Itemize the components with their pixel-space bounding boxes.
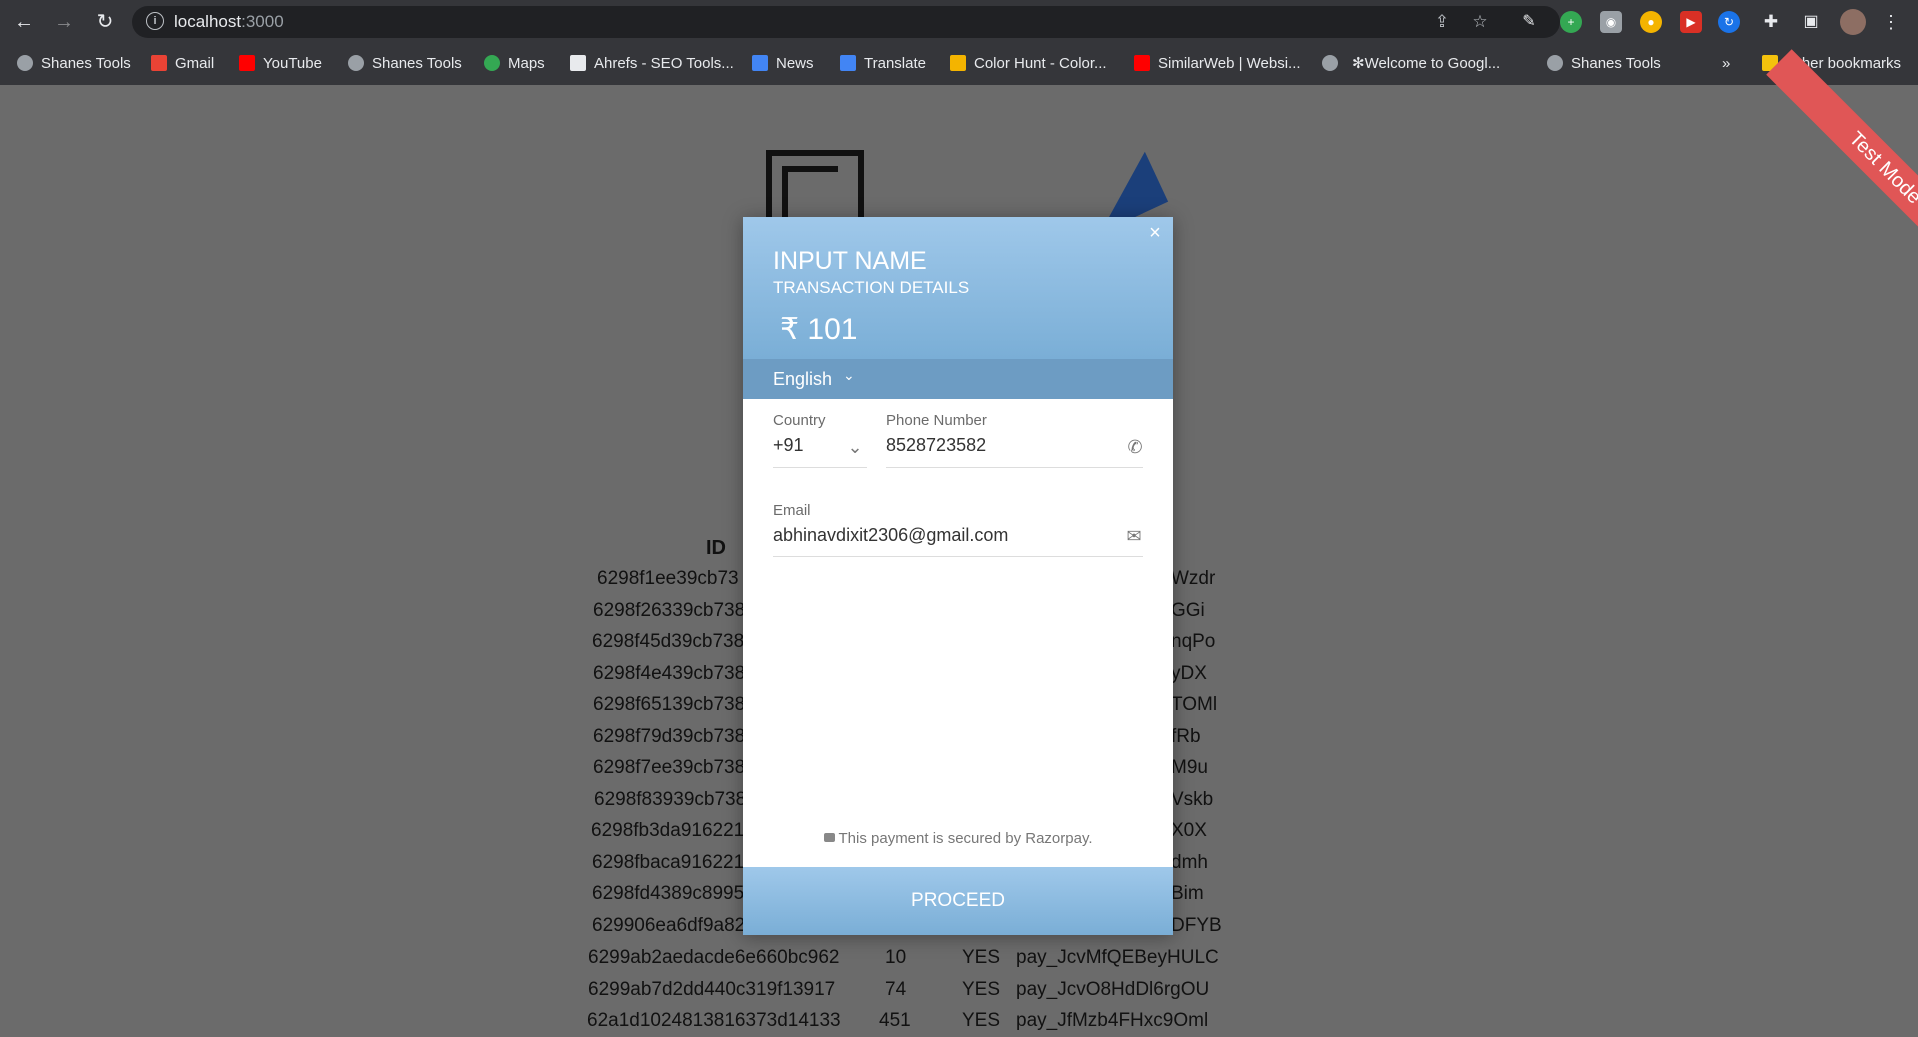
bookmark-item[interactable]: Shanes Tools <box>17 53 131 73</box>
reload-icon[interactable]: ↻ <box>93 10 117 34</box>
table-row: 6299ab2aedacde6e660bc962 10 YES pay_JcvM… <box>588 947 1219 968</box>
translate-icon <box>840 55 856 71</box>
table-cell: X0X <box>1171 820 1207 841</box>
side-panel-icon[interactable]: ▣ <box>1800 11 1822 33</box>
bookmark-item[interactable]: Gmail <box>151 53 214 73</box>
maps-icon <box>484 55 500 71</box>
email-label: Email <box>773 502 811 519</box>
table-cell: dmh <box>1171 852 1208 873</box>
country-label: Country <box>773 412 826 429</box>
youtube-icon <box>239 55 255 71</box>
proceed-button[interactable]: PROCEED <box>743 867 1173 935</box>
ahrefs-icon <box>570 55 586 71</box>
bookmark-item[interactable]: Ahrefs - SEO Tools... <box>570 53 734 73</box>
table-cell: Bim <box>1171 883 1204 904</box>
menu-kebab-icon[interactable]: ⋮ <box>1880 11 1902 33</box>
table-row: 6298f83939cb738 <box>594 789 747 810</box>
table-cell: M9u <box>1171 757 1208 778</box>
table-row: 6298fd4389c8995 <box>592 883 745 904</box>
language-selector[interactable]: English <box>773 369 832 390</box>
close-button[interactable]: × <box>1145 223 1165 243</box>
modal-header: × INPUT NAME TRANSACTION DETAILS ₹ 101 <box>743 217 1173 359</box>
merchant-name: INPUT NAME <box>773 247 927 275</box>
gmail-icon <box>151 55 167 71</box>
chevron-down-icon[interactable]: ⌄ <box>843 367 855 384</box>
table-row: 6298f79d39cb738 <box>593 726 746 747</box>
color-hunt-icon <box>950 55 966 71</box>
forward-icon[interactable]: → <box>52 10 76 34</box>
share-icon[interactable]: ⇪ <box>1432 12 1452 32</box>
table-row: 6298f7ee39cb738 <box>593 757 746 778</box>
site-info-icon[interactable]: i <box>146 12 164 30</box>
address-bar[interactable]: i localhost:3000 ⇪ ☆ <box>132 6 1560 38</box>
bookmark-item[interactable]: Color Hunt - Color... <box>950 53 1107 73</box>
plus-extension-icon[interactable]: + <box>1560 11 1582 33</box>
table-row: 6298f1ee39cb73 <box>597 568 739 589</box>
table-cell: nqPo <box>1171 631 1216 652</box>
profile-avatar[interactable] <box>1840 9 1866 35</box>
transaction-subtitle: TRANSACTION DETAILS <box>773 278 970 297</box>
bookmark-item[interactable]: Translate <box>840 53 926 73</box>
table-row: 6298f65139cb738 <box>593 694 746 715</box>
payment-modal: × INPUT NAME TRANSACTION DETAILS ₹ 101 E… <box>743 217 1173 935</box>
snowflake-icon: ✻ <box>1352 55 1365 72</box>
bookmarks-bar: Shanes Tools Gmail YouTube Shanes Tools … <box>0 44 1918 82</box>
globe-icon <box>17 55 33 71</box>
camera-extension-icon[interactable]: ◉ <box>1600 11 1622 33</box>
bookmark-item[interactable]: SimilarWeb | Websi... <box>1134 53 1301 73</box>
table-cell: DFYB <box>1171 915 1222 936</box>
extensions-puzzle-icon[interactable]: ✚ <box>1760 11 1782 33</box>
table-cell: Wzdr <box>1171 568 1216 589</box>
globe-icon <box>348 55 364 71</box>
email-input[interactable]: abhinavdixit2306@gmail.com <box>773 525 1008 546</box>
color-extension-icon[interactable]: ● <box>1640 11 1662 33</box>
chevron-down-icon[interactable]: ⌄ <box>844 436 866 458</box>
phone-underline <box>886 467 1143 468</box>
mail-icon: ✉ <box>1126 526 1142 546</box>
table-row: 6298fb3da916221 <box>591 820 745 841</box>
bookmark-item[interactable]: Shanes Tools <box>348 53 462 73</box>
browser-chrome: ← → ↻ i localhost:3000 ⇪ ☆ ✎ + ◉ ● ▶ ↻ ✚… <box>0 0 1918 85</box>
bookmark-item[interactable]: ✻ Welcome to Googl... <box>1322 53 1500 73</box>
similarweb-icon <box>1134 55 1150 71</box>
url-text[interactable]: localhost:3000 <box>174 12 284 32</box>
table-row: 62a1d1024813816373d14133 451 YES pay_JfM… <box>587 1010 1209 1031</box>
phone-icon: ✆ <box>1127 437 1143 457</box>
sync-extension-icon[interactable]: ↻ <box>1718 11 1740 33</box>
table-cell: fRb <box>1171 726 1201 747</box>
pen-extension-icon[interactable]: ✎ <box>1518 11 1540 33</box>
bookmark-item[interactable]: YouTube <box>239 53 322 73</box>
secure-note: This payment is secured by Razorpay. <box>743 830 1173 847</box>
table-cell: TOMl <box>1171 694 1218 715</box>
globe-icon <box>1547 55 1563 71</box>
bookmark-item[interactable]: News <box>752 53 814 73</box>
lock-icon <box>823 833 835 842</box>
bookmark-star-icon[interactable]: ☆ <box>1470 12 1490 32</box>
address-bar-row: ← → ↻ i localhost:3000 ⇪ ☆ ✎ + ◉ ● ▶ ↻ ✚… <box>0 0 1918 44</box>
table-row: 6298f4e439cb738 <box>593 663 746 684</box>
table-row: 6298f26339cb738 <box>593 600 746 621</box>
table-row: 6298f45d39cb738 <box>592 631 745 652</box>
table-row: 6298fbaca916221 <box>592 852 745 873</box>
table-cell: Vskb <box>1171 789 1214 810</box>
bookmarks-overflow-button[interactable]: » <box>1722 53 1730 73</box>
email-underline <box>773 556 1143 557</box>
phone-input[interactable]: 8528723582 <box>886 435 986 456</box>
table-row: 629906ea6df9a82 <box>592 915 746 936</box>
country-underline <box>773 467 867 468</box>
table-cell: yDX <box>1171 663 1207 684</box>
phone-label: Phone Number <box>886 412 987 429</box>
table-cell: GGi <box>1171 600 1205 621</box>
back-icon[interactable]: ← <box>12 10 36 34</box>
bookmark-item[interactable]: Shanes Tools <box>1547 53 1661 73</box>
news-icon <box>752 55 768 71</box>
amount-label: ₹ 101 <box>780 313 858 346</box>
table-row: 6299ab7d2dd440c319f13917 74 YES pay_JcvO… <box>588 979 1210 1000</box>
country-select[interactable]: +91 <box>773 435 804 456</box>
video-extension-icon[interactable]: ▶ <box>1680 11 1702 33</box>
table-header-id: ID <box>706 537 726 559</box>
globe-icon <box>1322 55 1338 71</box>
language-bar[interactable]: English ⌄ <box>743 359 1173 399</box>
bookmark-item[interactable]: Maps <box>484 53 545 73</box>
